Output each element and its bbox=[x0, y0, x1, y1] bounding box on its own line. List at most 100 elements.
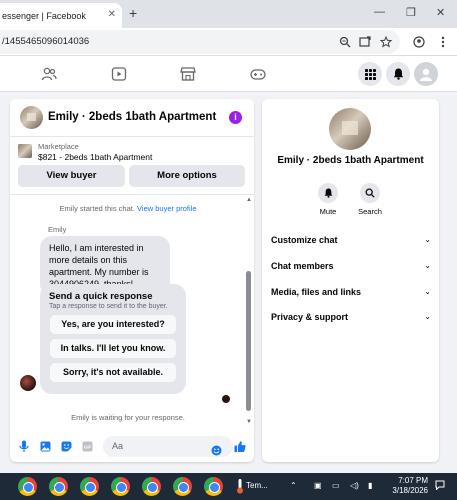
chevron-down-icon: ⌄ bbox=[424, 287, 431, 296]
section-label: Media, files and links bbox=[271, 287, 362, 297]
notifications-button[interactable] bbox=[386, 62, 410, 86]
new-tab-button[interactable]: + bbox=[129, 5, 137, 21]
chrome-app-icon[interactable] bbox=[173, 477, 192, 496]
chat-started-text: Emily started this chat. bbox=[59, 204, 135, 213]
quick-response-subtitle: Tap a response to send it to the buyer. bbox=[49, 303, 168, 310]
microphone-icon[interactable] bbox=[18, 439, 30, 453]
more-options-button[interactable]: More options bbox=[129, 165, 245, 187]
gif-icon[interactable]: GIF bbox=[81, 439, 93, 453]
mute-button[interactable]: Mute bbox=[308, 183, 348, 216]
windows-taskbar: Tem... ⌃ ▣ ▭ ◁) ▮ 7:07 PM 3/18/2026 bbox=[0, 473, 457, 500]
chat-title[interactable]: Emily · 2beds 1bath Apartment bbox=[48, 111, 216, 123]
facebook-header bbox=[0, 56, 457, 92]
media-files-links-section[interactable]: Media, files and links ⌄ bbox=[271, 287, 431, 303]
grid-icon bbox=[364, 68, 376, 80]
photo-icon[interactable] bbox=[39, 439, 51, 453]
mute-label: Mute bbox=[319, 207, 337, 216]
notification-center-icon[interactable] bbox=[435, 480, 445, 492]
listing-price-title[interactable]: $821 - 2beds 1bath Apartment bbox=[38, 152, 152, 162]
svg-text:GIF: GIF bbox=[83, 444, 91, 449]
listing-avatar[interactable] bbox=[20, 106, 43, 129]
video-icon[interactable] bbox=[111, 66, 127, 82]
bell-icon bbox=[393, 68, 403, 80]
waiting-notice: Emily is waiting for your response. bbox=[71, 413, 185, 422]
maximize-button[interactable]: ❐ bbox=[406, 6, 416, 19]
search-icon bbox=[360, 183, 380, 203]
url-text: /1455465096014036 bbox=[2, 36, 90, 47]
scroll-up-arrow-icon[interactable]: ▲ bbox=[246, 197, 252, 203]
chat-members-section[interactable]: Chat members ⌄ bbox=[271, 261, 431, 277]
chat-started-notice: Emily started this chat. View buyer prof… bbox=[10, 204, 246, 213]
info-panel-title: Emily · 2beds 1bath Apartment bbox=[277, 155, 424, 166]
chrome-app-icon[interactable] bbox=[80, 477, 99, 496]
zoom-icon[interactable] bbox=[338, 35, 352, 49]
close-window-button[interactable]: ✕ bbox=[436, 6, 445, 19]
chrome-app-icon[interactable] bbox=[204, 477, 223, 496]
thermometer-icon[interactable] bbox=[236, 478, 244, 496]
user-avatar-icon bbox=[420, 68, 432, 81]
tab-close-icon[interactable]: ✕ bbox=[108, 9, 116, 20]
section-label: Customize chat bbox=[271, 235, 338, 245]
marketplace-listing-card: Marketplace $821 - 2beds 1bath Apartment… bbox=[10, 139, 254, 191]
quick-response-title: Send a quick response bbox=[49, 291, 153, 302]
install-app-icon[interactable] bbox=[358, 35, 372, 49]
sender-name: Emily bbox=[48, 225, 67, 234]
read-receipt-avatar bbox=[222, 395, 230, 403]
section-label: Chat members bbox=[271, 261, 334, 271]
listing-photo[interactable] bbox=[329, 108, 371, 150]
tray-overflow-icon[interactable]: ⌃ bbox=[290, 481, 297, 490]
like-thumb-icon[interactable] bbox=[234, 439, 246, 453]
battery-icon[interactable]: ▮ bbox=[368, 481, 372, 490]
scroll-down-arrow-icon[interactable]: ▼ bbox=[246, 419, 252, 425]
chevron-down-icon: ⌄ bbox=[424, 261, 431, 270]
address-bar-row: /1455465096014036 bbox=[0, 28, 457, 56]
menu-grid-button[interactable] bbox=[358, 62, 382, 86]
quick-response-in-talks[interactable]: In talks. I'll let you know. bbox=[50, 339, 176, 358]
weather-label[interactable]: Tem... bbox=[246, 481, 268, 490]
clock-date: 3/18/2026 bbox=[392, 486, 428, 495]
friends-icon[interactable] bbox=[41, 66, 57, 82]
sender-avatar[interactable] bbox=[20, 375, 36, 391]
message-input-placeholder: Aa bbox=[112, 441, 124, 451]
profile-icon[interactable] bbox=[412, 35, 426, 49]
chevron-down-icon: ⌄ bbox=[424, 235, 431, 244]
info-icon[interactable]: i bbox=[229, 111, 242, 124]
account-avatar[interactable] bbox=[414, 62, 438, 86]
network-icon[interactable]: ▭ bbox=[332, 481, 340, 490]
tray-app-icon[interactable]: ▣ bbox=[314, 481, 322, 490]
volume-icon[interactable]: ◁) bbox=[350, 481, 359, 490]
search-label: Search bbox=[358, 207, 382, 216]
privacy-support-section[interactable]: Privacy & support ⌄ bbox=[271, 312, 431, 328]
system-clock[interactable]: 7:07 PM 3/18/2026 bbox=[384, 476, 428, 496]
chrome-app-icon[interactable] bbox=[142, 477, 161, 496]
quick-response-card: Send a quick response Tap a response to … bbox=[40, 284, 186, 394]
chrome-app-icon[interactable] bbox=[18, 477, 37, 496]
browser-tab[interactable]: essenger | Facebook ✕ bbox=[0, 3, 122, 28]
gaming-icon[interactable] bbox=[250, 66, 266, 82]
message-thread: Emily started this chat. View buyer prof… bbox=[10, 194, 254, 427]
browser-tab-bar: essenger | Facebook ✕ + — ❐ ✕ bbox=[0, 0, 457, 28]
sticker-icon[interactable] bbox=[60, 439, 72, 453]
customize-chat-section[interactable]: Customize chat ⌄ bbox=[271, 235, 431, 251]
view-buyer-button[interactable]: View buyer bbox=[18, 165, 125, 187]
bell-icon bbox=[318, 183, 338, 203]
chat-info-panel: Emily · 2beds 1bath Apartment Mute Searc… bbox=[262, 99, 439, 462]
chat-header: Emily · 2beds 1bath Apartment i bbox=[10, 99, 254, 137]
minimize-button[interactable]: — bbox=[374, 6, 385, 18]
chevron-down-icon: ⌄ bbox=[424, 312, 431, 321]
marketplace-icon[interactable] bbox=[180, 66, 196, 82]
listing-thumbnail bbox=[18, 144, 32, 158]
bookmark-star-icon[interactable] bbox=[379, 35, 393, 49]
quick-response-yes[interactable]: Yes, are you interested? bbox=[50, 315, 176, 334]
browser-menu-icon[interactable] bbox=[436, 35, 450, 49]
chrome-app-icon[interactable] bbox=[111, 477, 130, 496]
search-button[interactable]: Search bbox=[350, 183, 390, 216]
scrollbar-thumb[interactable] bbox=[246, 271, 251, 411]
chrome-app-icon[interactable] bbox=[49, 477, 68, 496]
clock-time: 7:07 PM bbox=[398, 476, 428, 485]
marketplace-label: Marketplace bbox=[38, 142, 79, 151]
quick-response-not-available[interactable]: Sorry, it's not available. bbox=[50, 363, 176, 382]
view-buyer-profile-link[interactable]: View buyer profile bbox=[137, 204, 196, 213]
message-composer: GIF Aa bbox=[10, 431, 254, 462]
emoji-icon[interactable] bbox=[210, 443, 222, 457]
